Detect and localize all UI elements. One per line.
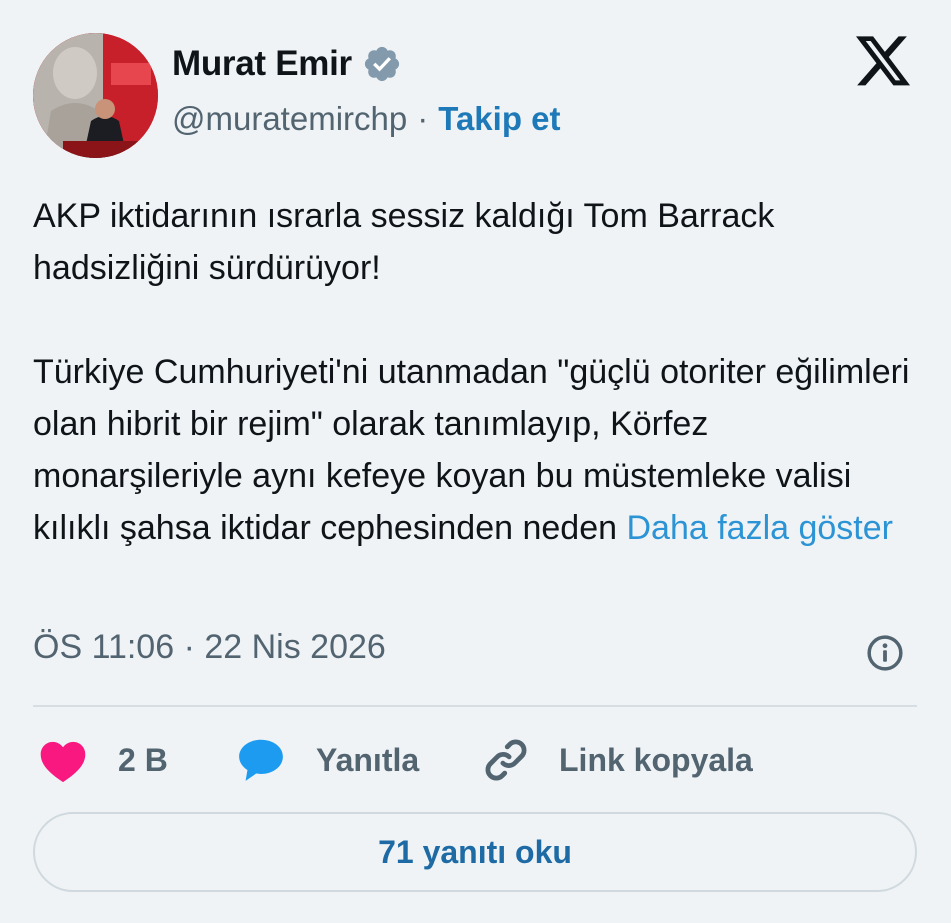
tweet-text: AKP iktidarının ısrarla sessiz kaldığı T… [33,190,913,554]
show-more-link[interactable]: Daha fazla göster [626,509,893,547]
like-button[interactable]: 2 B [38,730,168,790]
like-count: 2 B [118,741,168,778]
author-handle-row: @muratemirchp · Takip et [172,100,561,138]
reply-button[interactable]: Yanıtla [236,730,419,790]
heart-icon [40,741,86,783]
tweet-paragraph-2: Türkiye Cumhuriyeti'ni utanmadan "güçlü … [33,346,913,554]
action-bar: 2 B Yanıtla Link kopyala [33,730,917,790]
copy-link-label: Link kopyala [559,741,753,778]
tweet-timestamp[interactable]: ÖS 11:06 · 22 Nis 2026 [33,628,386,667]
link-icon [485,739,527,781]
avatar-photo [33,33,158,158]
separator-dot: · [417,100,429,137]
x-logo-icon[interactable] [856,36,912,88]
speech-bubble-icon [239,739,283,781]
info-icon[interactable] [866,634,904,672]
avatar[interactable] [33,33,158,158]
copy-link-button[interactable]: Link kopyala [481,730,753,790]
read-replies-button[interactable]: 71 yanıtı oku [33,812,917,892]
tweet-paragraph-1: AKP iktidarının ısrarla sessiz kaldığı T… [33,197,775,287]
author-name-row: Murat Emir [172,44,402,84]
read-replies-label: 71 yanıtı oku [378,833,572,870]
author-name[interactable]: Murat Emir [172,44,352,84]
author-handle[interactable]: @muratemirchp [172,100,407,138]
verified-badge-icon [364,46,399,82]
tweet-card: Murat Emir @muratemirchp · Takip et AKP … [0,0,951,923]
follow-button[interactable]: Takip et [438,100,560,138]
reply-label: Yanıtla [316,741,420,778]
divider [33,705,917,707]
